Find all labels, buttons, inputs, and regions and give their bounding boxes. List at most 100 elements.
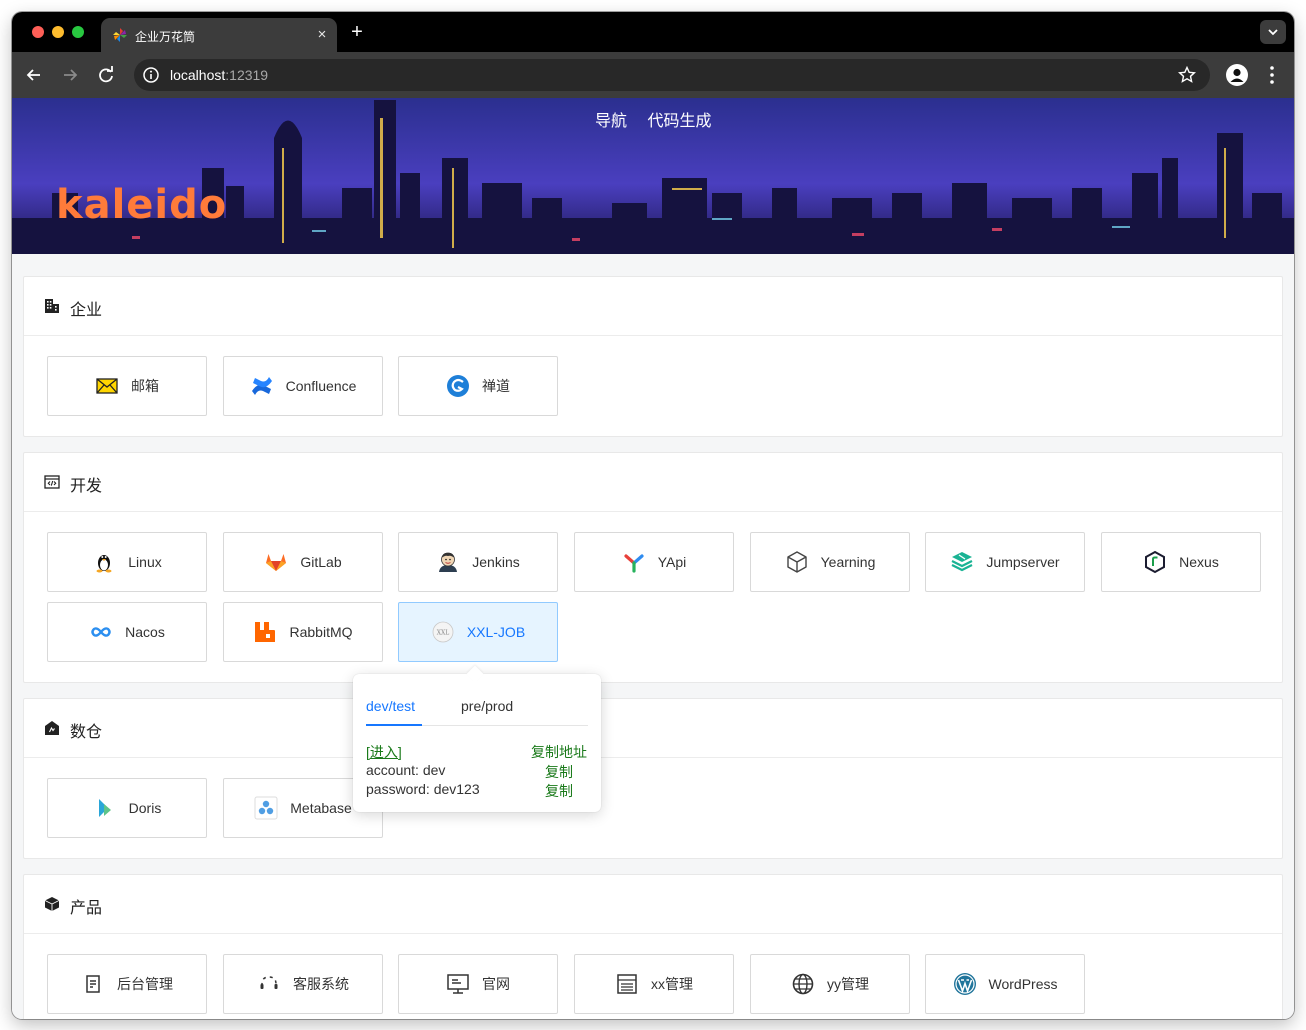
section-data-warehouse: 数仓 Doris Metabase	[23, 698, 1283, 859]
kaleido-logo[interactable]: kaleido	[56, 182, 227, 228]
nav-link-codegen[interactable]: 代码生成	[647, 113, 711, 130]
tile-label: Nacos	[125, 624, 165, 640]
environment-tabs: dev/test pre/prod	[366, 674, 588, 726]
new-tab-button[interactable]: +	[347, 22, 367, 42]
section-title: 企业	[70, 302, 103, 319]
link-tile-rabbitmq[interactable]: RabbitMQ	[223, 602, 383, 662]
zentao-icon	[446, 374, 470, 398]
profile-avatar-icon[interactable]	[1226, 64, 1248, 86]
tile-label: XXL-JOB	[466, 624, 526, 640]
doris-icon	[93, 796, 117, 820]
nexus-icon	[1143, 550, 1167, 574]
link-tile-mail[interactable]: 邮箱	[47, 356, 207, 416]
tile-label: 后台管理	[117, 976, 173, 992]
link-tile-yapi[interactable]: YApi	[574, 532, 734, 592]
section-development: 开发 Linux GitLab Jenkins YApi Yearning Ju…	[23, 452, 1283, 683]
link-tile-xx-admin[interactable]: xx管理	[574, 954, 734, 1014]
tile-label: Linux	[128, 554, 162, 570]
active-tab-indicator	[366, 724, 422, 726]
nacos-icon	[89, 620, 113, 644]
link-tile-wordpress[interactable]: WordPress	[925, 954, 1085, 1014]
web-page: 导航 代码生成 kaleido 企业 邮箱 Confluence 禅道 开发 L…	[12, 98, 1294, 1019]
pinwheel-favicon-icon	[113, 28, 127, 42]
link-tile-jenkins[interactable]: Jenkins	[398, 532, 558, 592]
browser-tab[interactable]: 企业万花筒 ×	[101, 18, 337, 52]
section-header: 数仓	[24, 699, 1282, 758]
arrow-right-icon	[64, 69, 78, 81]
metabase-icon	[254, 796, 278, 820]
link-tile-doris[interactable]: Doris	[47, 778, 207, 838]
tile-label: 邮箱	[131, 378, 159, 394]
tile-label: 禅道	[482, 378, 510, 394]
section-header: 企业	[24, 277, 1282, 336]
password-text: password: dev123	[366, 781, 480, 797]
copy-address-link[interactable]: 复制地址	[531, 742, 587, 762]
site-info-icon[interactable]	[142, 66, 160, 84]
tab-pre-prod[interactable]: pre/prod	[461, 698, 513, 714]
tab-strip: 企业万花筒 × +	[12, 12, 1294, 52]
link-tile-xxl-job[interactable]: XXL XXL-JOB	[398, 602, 558, 662]
xxl-job-icon: XXL	[431, 620, 455, 644]
nav-link-navigation[interactable]: 导航	[595, 113, 627, 130]
cube-icon	[785, 550, 809, 574]
browser-window: 企业万花筒 × + localhost:12319 导航 代码生成 kaleid…	[12, 12, 1294, 1019]
tab-search-button[interactable]	[1260, 20, 1286, 44]
tile-label: 官网	[482, 976, 510, 992]
link-tile-customer-service[interactable]: 客服系统	[223, 954, 383, 1014]
section-title: 开发	[70, 478, 103, 495]
link-tile-gitlab[interactable]: GitLab	[223, 532, 383, 592]
linux-icon	[92, 550, 116, 574]
tile-label: yy管理	[827, 976, 869, 992]
tile-label: Yearning	[820, 554, 876, 570]
link-tile-website[interactable]: 官网	[398, 954, 558, 1014]
link-tile-nacos[interactable]: Nacos	[47, 602, 207, 662]
link-tile-jumpserver[interactable]: Jumpserver	[925, 532, 1085, 592]
section-title: 产品	[70, 900, 103, 917]
link-tile-yearning[interactable]: Yearning	[750, 532, 910, 592]
browser-toolbar: localhost:12319	[12, 52, 1294, 98]
warehouse-icon	[45, 721, 59, 735]
address-bar[interactable]: localhost:12319	[134, 59, 1210, 91]
forward-button[interactable]	[59, 64, 81, 86]
section-title: 数仓	[70, 724, 103, 741]
arrow-left-icon	[26, 69, 40, 81]
back-button[interactable]	[23, 64, 45, 86]
maximize-window-button[interactable]	[72, 26, 84, 38]
tile-label: WordPress	[988, 976, 1058, 992]
environment-popover: dev/test pre/prod [进入] 复制地址 account: dev…	[353, 665, 601, 812]
copy-password-link[interactable]: 复制	[545, 781, 573, 801]
svg-text:XXL: XXL	[437, 630, 450, 637]
url-host: localhost	[170, 67, 226, 83]
jumpserver-icon	[950, 550, 974, 574]
tile-label: Nexus	[1179, 554, 1219, 570]
globe-icon	[791, 972, 815, 996]
yapi-icon	[622, 550, 646, 574]
link-tile-nexus[interactable]: Nexus	[1101, 532, 1261, 592]
tab-title: 企业万花筒	[135, 30, 196, 44]
minimize-window-button[interactable]	[52, 26, 64, 38]
url-port: :12319	[225, 67, 269, 83]
tab-close-icon[interactable]: ×	[313, 26, 331, 44]
copy-account-link[interactable]: 复制	[545, 762, 573, 782]
reload-button[interactable]	[95, 64, 117, 86]
link-tile-admin[interactable]: 后台管理	[47, 954, 207, 1014]
tile-label: Jumpserver	[986, 554, 1060, 570]
bookmark-star-icon[interactable]	[1178, 66, 1196, 84]
tile-label: GitLab	[300, 554, 342, 570]
close-window-button[interactable]	[32, 26, 44, 38]
link-tile-linux[interactable]: Linux	[47, 532, 207, 592]
enter-link[interactable]: [进入]	[366, 742, 402, 762]
tile-label: 客服系统	[293, 976, 349, 992]
mail-icon	[95, 374, 119, 398]
section-enterprise: 企业 邮箱 Confluence 禅道	[23, 276, 1283, 437]
kebab-menu-icon[interactable]	[1264, 64, 1280, 86]
gitlab-icon	[264, 550, 288, 574]
tab-dev-test[interactable]: dev/test	[366, 698, 415, 714]
tile-label: xx管理	[651, 976, 693, 992]
link-tile-yy-admin[interactable]: yy管理	[750, 954, 910, 1014]
section-header: 产品	[24, 875, 1282, 934]
headset-icon	[257, 972, 281, 996]
link-tile-confluence[interactable]: Confluence	[223, 356, 383, 416]
link-tile-zentao[interactable]: 禅道	[398, 356, 558, 416]
url-text: localhost:12319	[170, 67, 268, 83]
